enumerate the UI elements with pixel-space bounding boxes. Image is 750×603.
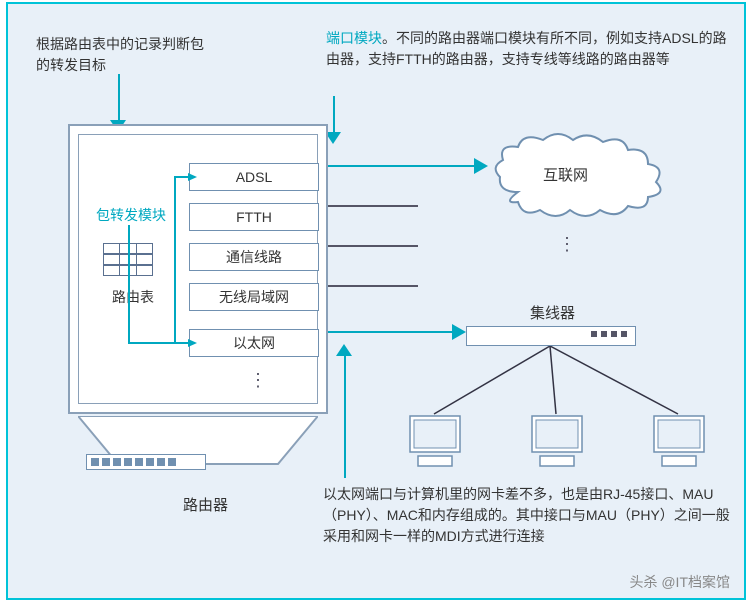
- diagram-frame: 根据路由表中的记录判断包的转发目标 端口模块。不同的路由器端口模块有所不同，例如…: [6, 2, 746, 600]
- callout-port-highlight: 端口模块: [326, 30, 382, 46]
- hub-fanout-lines: [398, 346, 718, 416]
- route-table-label: 路由表: [103, 287, 163, 307]
- port-module-ethernet: 以太网: [189, 329, 319, 357]
- arrow-head-icon: [336, 344, 352, 356]
- arrow-head-icon: [474, 158, 488, 174]
- computer-icon: [648, 414, 710, 469]
- forward-module-label: 包转发模块: [91, 205, 171, 225]
- link-comm: [328, 245, 418, 247]
- port-module-line: 通信线路: [189, 243, 319, 271]
- arrow-head-icon: [452, 324, 466, 340]
- leader-line: [344, 350, 346, 478]
- link-ethernet-hub: [328, 331, 456, 333]
- computer-icon: [404, 414, 466, 469]
- hub-label: 集线器: [530, 302, 575, 323]
- callout-route-table: 根据路由表中的记录判断包的转发目标: [36, 34, 216, 76]
- link-ftth: [328, 205, 418, 207]
- port-module-ftth: FTTH: [189, 203, 319, 231]
- cloud-label: 互联网: [543, 164, 588, 185]
- computer-icon: [526, 414, 588, 469]
- vdots-icon: ⋮: [249, 370, 269, 391]
- link-adsl-cloud: [328, 165, 478, 167]
- router-label: 路由器: [183, 494, 228, 515]
- router-ports-strip: [86, 454, 206, 470]
- router-inner: 包转发模块 路由表 ADSL FTTH 通信线路 无线局域网 以太网 ⋮: [78, 134, 318, 404]
- router-box: 包转发模块 路由表 ADSL FTTH 通信线路 无线局域网 以太网 ⋮: [68, 124, 328, 414]
- callout-port-module: 端口模块。不同的路由器端口模块有所不同，例如支持ADSL的路由器，支持FTTH的…: [326, 28, 731, 70]
- watermark: 头杀 @IT档案馆: [629, 572, 730, 592]
- hub-box: [466, 326, 636, 346]
- hub-ports: [591, 331, 627, 337]
- port-module-adsl: ADSL: [189, 163, 319, 191]
- callout-port-rest: 。不同的路由器端口模块有所不同，例如支持ADSL的路由器，支持FTTH的路由器，…: [326, 30, 727, 67]
- route-table-icon: [103, 243, 153, 278]
- port-module-wlan: 无线局域网: [189, 283, 319, 311]
- link-wlan: [328, 285, 418, 287]
- callout-ethernet: 以太网端口与计算机里的网卡差不多，也是由RJ-45接口、MAU（PHY）、MAC…: [323, 484, 738, 547]
- leader-line: [118, 74, 120, 124]
- vdots-icon: ⋮: [558, 234, 578, 255]
- leader-line: [333, 96, 335, 136]
